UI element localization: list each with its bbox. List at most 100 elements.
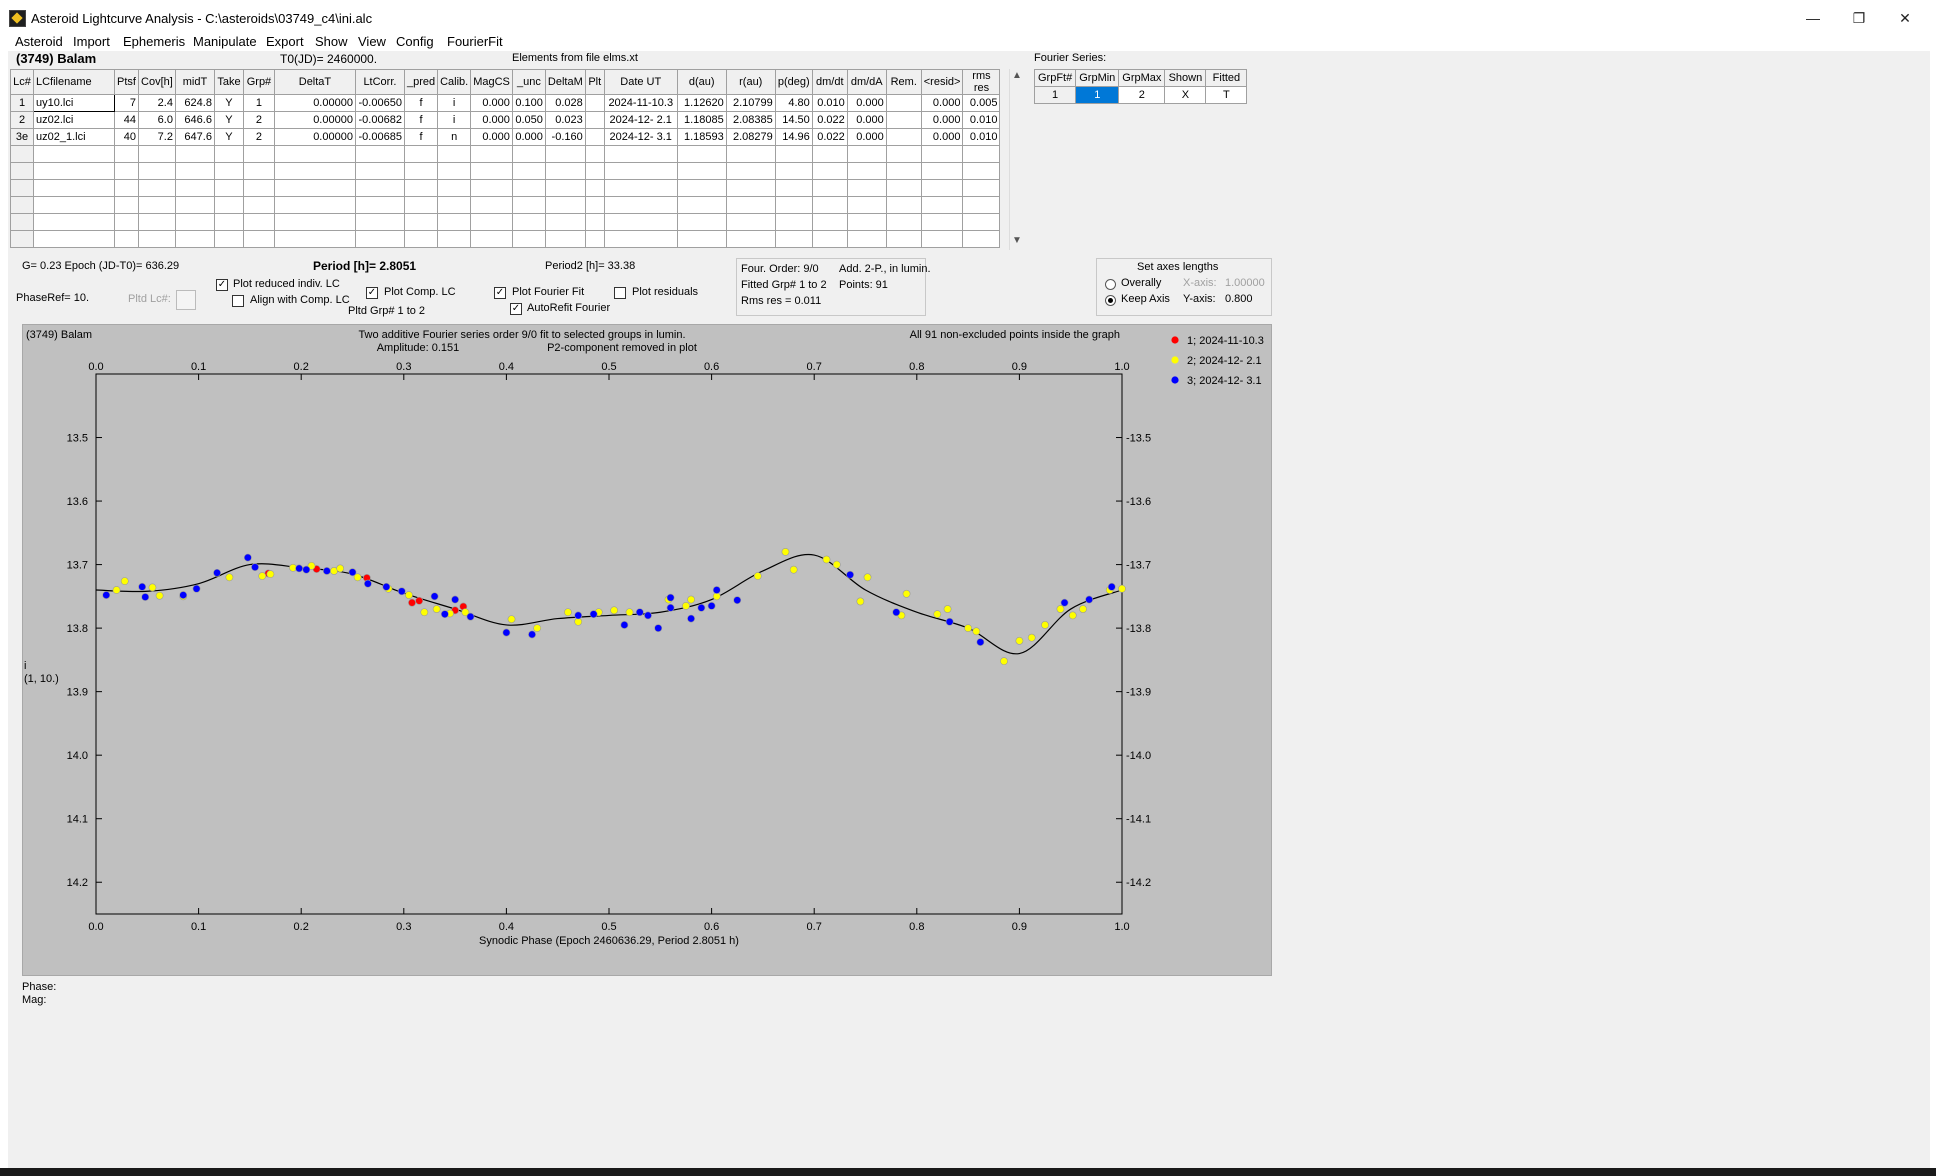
plot-reduced-checkbox[interactable]: ✓ [216,279,228,291]
col-header[interactable]: dm/dA [846,69,887,95]
period2-field[interactable]: Period2 [h]= 33.38 [545,260,635,272]
table-cell[interactable]: i [437,94,472,112]
table-cell[interactable]: 7 [114,94,139,112]
table-cell[interactable] [885,94,922,112]
col-header[interactable]: Date UT [603,69,678,95]
table-cell[interactable]: uy10.lci [33,94,115,112]
table-cell[interactable]: 1.12620 [676,94,727,112]
menu-asteroid[interactable]: Asteroid [15,34,63,49]
table-cell[interactable]: -0.00685 [354,128,405,146]
xaxis-field[interactable]: 1.00000 [1225,277,1265,289]
col-header[interactable]: <resid> [920,69,964,95]
table-cell[interactable]: n [437,128,472,146]
menu-fourierfit[interactable]: FourierFit [447,34,503,49]
table-cell[interactable]: Y [213,128,244,146]
scroll-down-icon[interactable]: ▼ [1012,235,1022,246]
table-cell[interactable]: 647.6 [174,128,215,146]
fourier-series-table[interactable]: GrpFt# GrpMin GrpMax Shown Fitted 1 1 2 … [1033,69,1248,104]
table-cell[interactable] [584,128,605,146]
table-cell[interactable]: 0.010 [811,94,848,112]
table-cell[interactable]: 2.08279 [725,128,776,146]
col-header[interactable]: Plt [584,69,605,95]
table-cell[interactable]: 0.000 [470,128,513,146]
table-cell[interactable]: 0.00000 [273,128,356,146]
table-cell[interactable]: 0.000 [920,94,964,112]
table-cell[interactable]: uz02_1.lci [33,128,115,146]
fs-col-header[interactable]: Fitted [1205,69,1248,87]
close-button[interactable]: ✕ [1882,0,1928,36]
col-header[interactable]: rms res [962,69,1001,95]
overally-radio[interactable] [1105,279,1116,290]
table-cell[interactable] [584,94,605,112]
phaseref-field[interactable]: PhaseRef= 10. [16,292,89,304]
table-cell[interactable] [885,128,922,146]
plot-fourier-checkbox[interactable]: ✓ [494,287,506,299]
table-scrollbar[interactable]: ▲ ▼ [1009,69,1024,250]
minimize-button[interactable]: — [1790,0,1836,36]
fs-col-header[interactable]: Shown [1164,69,1207,87]
table-cell[interactable] [584,111,605,129]
empty-table-row[interactable] [10,196,1001,214]
table-cell[interactable]: 7.2 [137,128,176,146]
menu-config[interactable]: Config [396,34,434,49]
table-cell[interactable]: 2024-12- 3.1 [603,128,678,146]
table-cell[interactable]: 6.0 [137,111,176,129]
table-cell[interactable]: -0.160 [544,128,586,146]
col-header[interactable]: Calib. [437,69,472,95]
table-cell[interactable]: 2.4 [137,94,176,112]
autorefit-checkbox[interactable]: ✓ [510,303,522,315]
table-cell[interactable]: 2 [10,111,34,129]
menu-import[interactable]: Import [73,34,110,49]
table-cell[interactable]: 0.022 [811,128,848,146]
table-cell[interactable]: 1 [10,94,34,112]
col-header[interactable]: LtCorr. [354,69,405,95]
keep-axis-radio[interactable] [1105,295,1116,306]
restore-button[interactable]: ❐ [1836,0,1882,36]
table-row[interactable]: 3e uz02_1.lci 40 7.2 647.6 Y 2 0.00000 -0.00685 f… [10,128,1001,146]
col-header[interactable]: midT [174,69,215,95]
fs-col-header[interactable]: GrpMax [1118,69,1166,87]
fs-col-header[interactable]: GrpMin [1075,69,1120,87]
table-cell[interactable]: f [403,94,439,112]
col-header[interactable]: MagCS [470,69,513,95]
table-cell[interactable]: 0.000 [920,128,964,146]
col-header[interactable]: _unc [511,69,546,95]
table-cell[interactable]: f [403,111,439,129]
align-comp-checkbox[interactable] [232,295,244,307]
table-cell[interactable]: 44 [114,111,139,129]
table-cell[interactable]: 0.050 [511,111,546,129]
col-header[interactable]: Cov[h] [137,69,176,95]
fs-cell[interactable]: 2 [1118,86,1166,104]
table-cell[interactable]: 3e [10,128,34,146]
col-header[interactable]: Take [213,69,244,95]
table-cell[interactable]: 0.000 [920,111,964,129]
col-header[interactable]: DeltaT [273,69,356,95]
empty-table-row[interactable] [10,179,1001,197]
table-cell[interactable]: 2.08385 [725,111,776,129]
menu-manipulate[interactable]: Manipulate [193,34,257,49]
empty-table-row[interactable] [10,145,1001,163]
col-header[interactable]: d(au) [676,69,727,95]
period-field[interactable]: Period [h]= 2.8051 [313,259,416,273]
fs-col-header[interactable]: GrpFt# [1033,69,1077,87]
pltd-lc-spinner[interactable] [176,290,196,310]
table-cell[interactable]: 0.028 [544,94,586,112]
table-cell[interactable]: 0.000 [470,94,513,112]
scroll-up-icon[interactable]: ▲ [1012,70,1022,81]
table-cell[interactable]: 0.005 [962,94,1001,112]
fs-cell[interactable]: T [1205,86,1248,104]
table-cell[interactable]: 0.000 [470,111,513,129]
table-cell[interactable]: f [403,128,439,146]
table-row[interactable]: 2 uz02.lci 44 6.0 646.6 Y 2 0.00000 -0.00682 f i 0.… [10,111,1001,129]
plot-comp-checkbox[interactable]: ✓ [366,287,378,299]
lightcurve-plot[interactable]: 0.0 0.0 0.1 0.1 0.2 0.2 0.3 0.3 0.4 0.4 0.5 0.5 0.6 0… [22,324,1270,974]
col-header[interactable]: dm/dt [811,69,848,95]
empty-table-row[interactable] [10,162,1001,180]
table-cell[interactable]: 4.80 [774,94,813,112]
table-cell[interactable]: 14.50 [774,111,813,129]
menu-export[interactable]: Export [266,34,304,49]
col-header[interactable]: p(deg) [774,69,813,95]
fs-cell-selected[interactable]: 1 [1075,86,1120,104]
table-cell[interactable]: 2024-11-10.3 [603,94,678,112]
empty-table-row[interactable] [10,230,1001,248]
